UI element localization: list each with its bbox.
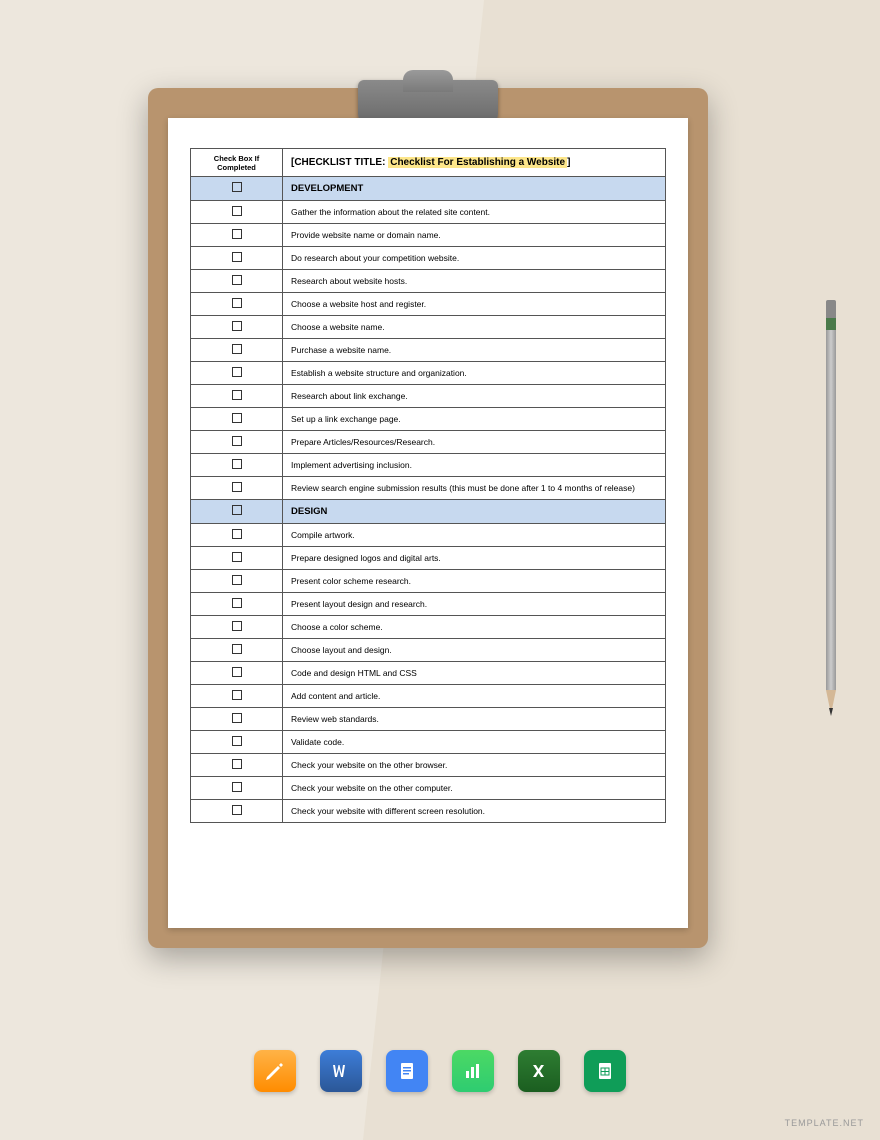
word-icon[interactable] [320, 1050, 362, 1092]
item-checkbox-cell [191, 431, 283, 454]
checkbox-icon[interactable] [232, 321, 242, 331]
checklist-item: Check your website on the other browser. [283, 754, 666, 777]
item-checkbox-cell [191, 224, 283, 247]
item-checkbox-cell [191, 524, 283, 547]
item-checkbox-cell [191, 270, 283, 293]
checkbox-icon[interactable] [232, 367, 242, 377]
app-icons-row [254, 1050, 626, 1092]
checkbox-icon[interactable] [232, 505, 242, 515]
checklist-item: Set up a link exchange page. [283, 408, 666, 431]
item-checkbox-cell [191, 362, 283, 385]
checkbox-icon[interactable] [232, 482, 242, 492]
google-docs-icon[interactable] [386, 1050, 428, 1092]
checkbox-icon[interactable] [232, 182, 242, 192]
section-checkbox-cell [191, 500, 283, 524]
checklist-item: Add content and article. [283, 685, 666, 708]
checkbox-icon[interactable] [232, 229, 242, 239]
item-checkbox-cell [191, 639, 283, 662]
checkbox-icon[interactable] [232, 252, 242, 262]
document-paper: Check Box If Completed [CHECKLIST TITLE:… [168, 118, 688, 928]
section-header: DEVELOPMENT [283, 177, 666, 201]
item-checkbox-cell [191, 570, 283, 593]
item-checkbox-cell [191, 408, 283, 431]
section-checkbox-cell [191, 177, 283, 201]
checkbox-icon[interactable] [232, 713, 242, 723]
item-checkbox-cell [191, 293, 283, 316]
checklist-item: Research about website hosts. [283, 270, 666, 293]
checklist-item: Review web standards. [283, 708, 666, 731]
checklist-item: Provide website name or domain name. [283, 224, 666, 247]
checkbox-icon[interactable] [232, 436, 242, 446]
checklist-item: Gather the information about the related… [283, 201, 666, 224]
section-header: DESIGN [283, 500, 666, 524]
checklist-item: Code and design HTML and CSS [283, 662, 666, 685]
item-checkbox-cell [191, 454, 283, 477]
column-header-checkbox: Check Box If Completed [191, 149, 283, 177]
checklist-item: Choose a color scheme. [283, 616, 666, 639]
checklist-item: Prepare designed logos and digital arts. [283, 547, 666, 570]
google-sheets-icon[interactable] [584, 1050, 626, 1092]
item-checkbox-cell [191, 754, 283, 777]
checklist-item: Check your website with different screen… [283, 800, 666, 823]
item-checkbox-cell [191, 662, 283, 685]
checklist-item: Validate code. [283, 731, 666, 754]
checkbox-icon[interactable] [232, 529, 242, 539]
item-checkbox-cell [191, 385, 283, 408]
checklist-item: Purchase a website name. [283, 339, 666, 362]
checklist-item: Establish a website structure and organi… [283, 362, 666, 385]
excel-icon[interactable] [518, 1050, 560, 1092]
checklist-item: Check your website on the other computer… [283, 777, 666, 800]
item-checkbox-cell [191, 316, 283, 339]
checklist-item: Choose a website host and register. [283, 293, 666, 316]
checkbox-icon[interactable] [232, 552, 242, 562]
checklist-item: Present layout design and research. [283, 593, 666, 616]
item-checkbox-cell [191, 685, 283, 708]
watermark: TEMPLATE.NET [785, 1118, 864, 1128]
checkbox-icon[interactable] [232, 575, 242, 585]
checkbox-icon[interactable] [232, 275, 242, 285]
checklist-item: Review search engine submission results … [283, 477, 666, 500]
checklist-item: Research about link exchange. [283, 385, 666, 408]
item-checkbox-cell [191, 616, 283, 639]
checkbox-icon[interactable] [232, 759, 242, 769]
checkbox-icon[interactable] [232, 736, 242, 746]
checkbox-icon[interactable] [232, 805, 242, 815]
checklist-item: Choose a website name. [283, 316, 666, 339]
item-checkbox-cell [191, 247, 283, 270]
checklist-title: [CHECKLIST TITLE: Checklist For Establis… [283, 149, 666, 177]
checklist-item: Prepare Articles/Resources/Research. [283, 431, 666, 454]
checklist-item: Implement advertising inclusion. [283, 454, 666, 477]
pencil-decoration [826, 300, 836, 730]
checkbox-icon[interactable] [232, 459, 242, 469]
checklist-item: Compile artwork. [283, 524, 666, 547]
checkbox-icon[interactable] [232, 298, 242, 308]
checkbox-icon[interactable] [232, 344, 242, 354]
checklist-item: Choose layout and design. [283, 639, 666, 662]
checkbox-icon[interactable] [232, 598, 242, 608]
checkbox-icon[interactable] [232, 644, 242, 654]
item-checkbox-cell [191, 201, 283, 224]
checkbox-icon[interactable] [232, 413, 242, 423]
item-checkbox-cell [191, 477, 283, 500]
item-checkbox-cell [191, 339, 283, 362]
pages-icon[interactable] [254, 1050, 296, 1092]
checklist-item: Present color scheme research. [283, 570, 666, 593]
checkbox-icon[interactable] [232, 621, 242, 631]
checkbox-icon[interactable] [232, 206, 242, 216]
checklist-item: Do research about your competition websi… [283, 247, 666, 270]
item-checkbox-cell [191, 593, 283, 616]
item-checkbox-cell [191, 777, 283, 800]
item-checkbox-cell [191, 708, 283, 731]
checklist-table: Check Box If Completed [CHECKLIST TITLE:… [190, 148, 666, 823]
checkbox-icon[interactable] [232, 782, 242, 792]
item-checkbox-cell [191, 731, 283, 754]
checkbox-icon[interactable] [232, 667, 242, 677]
item-checkbox-cell [191, 547, 283, 570]
item-checkbox-cell [191, 800, 283, 823]
checkbox-icon[interactable] [232, 390, 242, 400]
numbers-icon[interactable] [452, 1050, 494, 1092]
clipboard: Check Box If Completed [CHECKLIST TITLE:… [148, 88, 708, 948]
checkbox-icon[interactable] [232, 690, 242, 700]
